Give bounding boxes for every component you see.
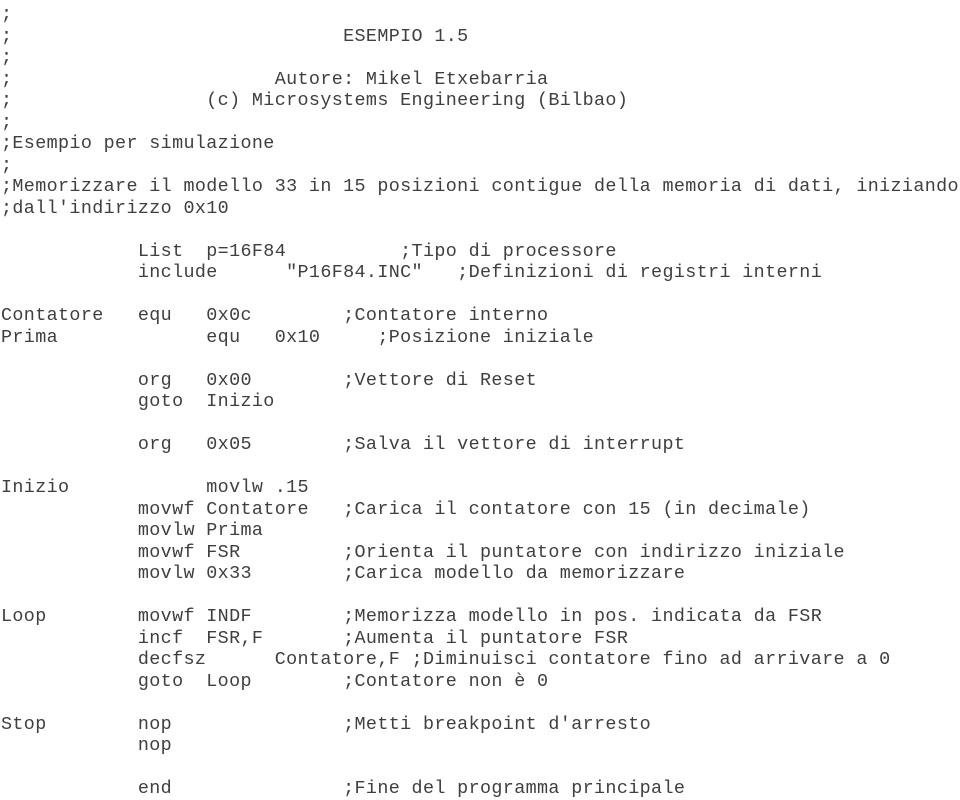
code-line: Prima equ 0x10 ;Posizione iniziale bbox=[1, 326, 595, 348]
code-line: ;Memorizzare il modello 33 in 15 posizio… bbox=[1, 176, 959, 197]
code-line: List p=16F84 ;Tipo di processore bbox=[1, 240, 617, 262]
code-line: movwf FSR ;Orienta il puntatore con indi… bbox=[1, 541, 845, 563]
code-line: ; bbox=[1, 154, 13, 176]
code-line: Contatore equ 0x0c ;Contatore interno bbox=[1, 305, 549, 326]
code-line: end ;Fine del programma principale bbox=[1, 778, 686, 799]
code-line: include "P16F84.INC" ;Definizioni di reg… bbox=[1, 262, 823, 283]
code-line: Stop nop ;Metti breakpoint d'arresto bbox=[1, 713, 652, 735]
code-line: movlw Prima bbox=[1, 520, 264, 541]
code-line: ; ESEMPIO 1.5 bbox=[1, 25, 469, 47]
code-line: ; Autore: Mikel Etxebarria bbox=[1, 68, 549, 90]
code-line: ; bbox=[1, 47, 13, 68]
code-line: movwf Contatore ;Carica il contatore con… bbox=[1, 498, 811, 520]
code-line: Loop movwf INDF ;Memorizza modello in po… bbox=[1, 606, 823, 627]
code-line: goto Inizio bbox=[1, 391, 275, 412]
code-line: ; bbox=[1, 111, 13, 133]
code-line: movlw 0x33 ;Carica modello da memorizzar… bbox=[1, 563, 686, 584]
code-line: nop bbox=[1, 735, 173, 756]
code-lines-container: ;; ESEMPIO 1.5;; Autore: Mikel Etxebarri… bbox=[0, 0, 960, 800]
code-line: goto Loop ;Contatore non è 0 bbox=[1, 670, 549, 692]
code-line: org 0x00 ;Vettore di Reset bbox=[1, 369, 537, 391]
code-line: ;Esempio per simulazione bbox=[1, 133, 275, 154]
code-line: incf FSR,F ;Aumenta il puntatore FSR bbox=[1, 627, 629, 649]
code-line: ; (c) Microsystems Engineering (Bilbao) bbox=[1, 90, 629, 111]
code-line: org 0x05 ;Salva il vettore di interrupt bbox=[1, 434, 686, 455]
code-line: ;dall'indirizzo 0x10 bbox=[1, 197, 230, 219]
code-line: decfsz Contatore,F ;Diminuisci contatore… bbox=[1, 649, 891, 670]
code-line: Inizio movlw .15 bbox=[1, 477, 309, 498]
assembly-code-listing: ;; ESEMPIO 1.5;; Autore: Mikel Etxebarri… bbox=[0, 0, 960, 799]
code-line: ; bbox=[1, 4, 13, 25]
